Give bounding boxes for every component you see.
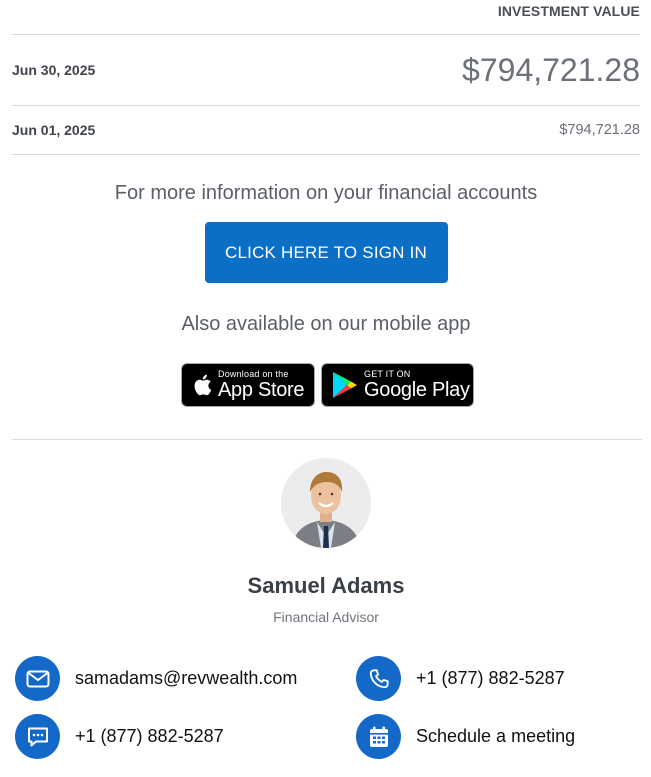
calendar-icon xyxy=(356,714,401,759)
contact-sms-text: +1 (877) 882-5287 xyxy=(75,726,224,746)
row-value: $794,721.28 xyxy=(462,51,640,88)
advisor-title: Financial Advisor xyxy=(273,609,379,625)
row-date: Jun 01, 2025 xyxy=(12,122,96,138)
contact-phone-text: +1 (877) 882-5287 xyxy=(416,668,565,688)
cta-row: CLICK HERE TO SIGN IN xyxy=(12,222,640,283)
google-play-badge[interactable]: GET IT ON Google Play xyxy=(321,363,474,407)
row-date: Jun 30, 2025 xyxy=(12,62,96,78)
section-divider xyxy=(12,439,642,440)
app-store-badge[interactable]: Download on the App Store xyxy=(181,363,315,407)
contact-phone[interactable]: +1 (877) 882-5287 xyxy=(356,656,565,701)
app-store-badges: Download on the App Store GET IT ON Goog… xyxy=(15,363,640,407)
advisor-avatar xyxy=(281,458,371,548)
contact-email-text: samadams@revwealth.com xyxy=(75,668,298,688)
apple-badge-small-text: Download on the xyxy=(218,369,289,379)
advisor-name: Samuel Adams xyxy=(247,573,405,598)
contact-meeting-text: Schedule a meeting xyxy=(416,726,576,746)
google-play-icon xyxy=(332,371,358,399)
google-badge-big-text: Google Play xyxy=(364,379,470,401)
email-body: INVESTMENT VALUE Jun 30, 2025 $794,721.2… xyxy=(12,0,642,625)
investment-table-header: INVESTMENT VALUE xyxy=(12,0,640,35)
mail-icon xyxy=(15,656,60,701)
contact-meeting[interactable]: Schedule a meeting xyxy=(356,714,575,759)
mobile-app-text: Also available on our mobile app xyxy=(181,313,471,335)
contact-email[interactable]: samadams@revwealth.com xyxy=(15,656,297,701)
table-row: Jun 30, 2025 $794,721.28 xyxy=(12,35,640,106)
apple-badge-big-text: App Store xyxy=(218,379,305,401)
sign-in-button[interactable]: CLICK HERE TO SIGN IN xyxy=(204,222,448,283)
phone-icon xyxy=(356,656,401,701)
advisor-avatar-row xyxy=(12,458,640,553)
row-value: $794,721.28 xyxy=(559,122,640,138)
contact-sms[interactable]: +1 (877) 882-5287 xyxy=(15,714,224,759)
chat-icon xyxy=(15,714,60,759)
apple-icon xyxy=(192,373,212,397)
table-row: Jun 01, 2025 $794,721.28 xyxy=(12,106,640,155)
info-text: For more information on your financial a… xyxy=(114,182,538,204)
investment-value-heading: INVESTMENT VALUE xyxy=(497,3,640,19)
google-badge-small-text: GET IT ON xyxy=(364,369,411,379)
